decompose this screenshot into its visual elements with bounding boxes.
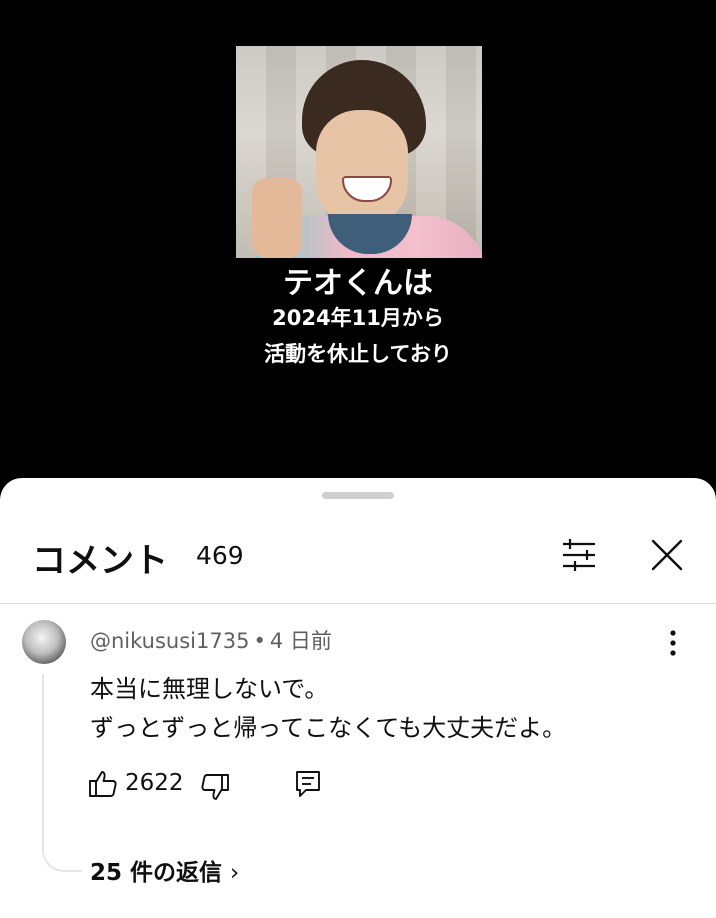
comment-text-line-1: 本当に無理しないで。 xyxy=(90,675,329,703)
comment-text-line-2: ずっとずっと帰ってこなくても大丈夫だよ。 xyxy=(90,714,567,742)
sort-filter-icon[interactable] xyxy=(560,536,598,574)
video-player[interactable]: テオくんは 2024年11月から 活動を休止しており xyxy=(0,0,716,500)
thumbnail-face xyxy=(316,110,408,228)
replies-label: 25 件の返信 xyxy=(90,860,223,886)
video-caption-line-1: テオくんは xyxy=(283,266,433,301)
reply-icon[interactable] xyxy=(294,769,322,799)
chevron-right-icon: › xyxy=(230,860,240,886)
comment-meta: @nikususi1735 • 4 日前 xyxy=(90,625,332,655)
reply-thread-line xyxy=(42,674,82,872)
view-replies-button[interactable]: 25 件の返信 › xyxy=(90,853,239,887)
avatar[interactable] xyxy=(22,620,66,664)
close-icon[interactable] xyxy=(648,536,686,574)
video-thumbnail-photo xyxy=(236,46,482,258)
comments-sheet: コメント 469 @nikususi1735 • 4 日前 本当に無理しないで。 ず… xyxy=(0,478,716,918)
video-caption-line-3: 活動を休止しており xyxy=(264,342,452,366)
like-count: 2622 xyxy=(125,770,184,796)
header-divider xyxy=(0,603,716,604)
comment-time: 4 日前 xyxy=(269,629,332,653)
comments-title: コメント xyxy=(32,541,168,581)
more-vertical-icon[interactable] xyxy=(660,628,686,658)
video-caption-line-2: 2024年11月から xyxy=(272,306,444,330)
thumbs-up-icon[interactable] xyxy=(88,769,118,799)
thumbnail-peace-sign-hand xyxy=(252,178,302,258)
drag-handle[interactable] xyxy=(322,492,394,499)
comment-author[interactable]: @nikususi1735 xyxy=(90,629,249,653)
thumbs-down-icon[interactable] xyxy=(200,772,230,802)
comments-count: 469 xyxy=(196,541,244,570)
meta-separator: • xyxy=(253,629,266,653)
